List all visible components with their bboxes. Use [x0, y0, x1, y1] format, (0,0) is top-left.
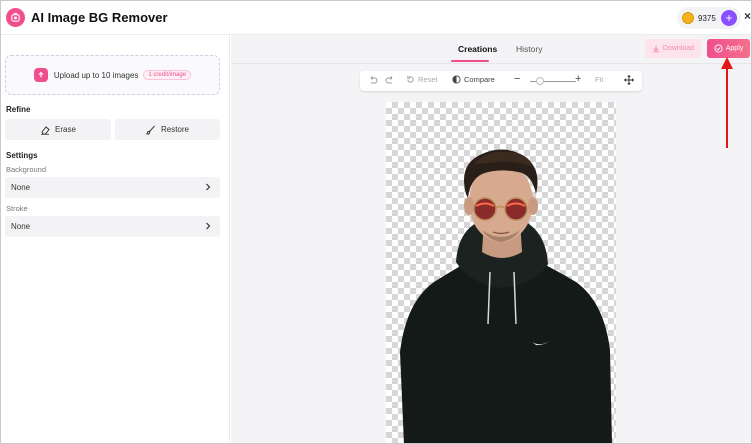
download-icon	[652, 45, 660, 52]
eraser-icon	[41, 125, 50, 135]
active-tab-indicator	[451, 60, 489, 62]
upload-text: Upload up to 10 images	[53, 70, 139, 80]
background-label: Background	[6, 165, 47, 174]
restore-label: Restore	[160, 125, 189, 134]
compare-button[interactable]: Compare	[452, 75, 495, 84]
restore-button[interactable]: Restore	[115, 119, 220, 140]
close-icon[interactable]: ×	[744, 9, 751, 23]
erase-button[interactable]: Erase	[5, 119, 111, 140]
zoom-out-button[interactable]: −	[514, 73, 520, 85]
reset-button[interactable]: Reset	[406, 75, 438, 84]
app-title: AI Image BG Remover	[31, 10, 168, 25]
credits-pill[interactable]: 9375 +	[677, 7, 741, 29]
stroke-select[interactable]: None	[5, 216, 220, 237]
stroke-label: Stroke	[6, 204, 28, 213]
app-logo-icon	[6, 8, 25, 27]
tab-creations[interactable]: Creations	[458, 44, 497, 54]
zoom-slider-handle[interactable]	[536, 77, 544, 85]
fit-button[interactable]: Fit	[595, 75, 603, 84]
zoom-in-button[interactable]: +	[575, 73, 581, 85]
tab-history[interactable]: History	[516, 44, 542, 54]
left-panel: Upload up to 10 images 1 credit/image Re…	[1, 35, 230, 443]
reset-label: Reset	[418, 75, 438, 84]
compare-label: Compare	[464, 75, 495, 84]
erase-label: Erase	[55, 125, 76, 134]
download-label: Download	[662, 45, 695, 52]
chevron-right-icon	[206, 222, 211, 230]
stroke-value: None	[11, 222, 31, 231]
subject-cutout-image	[400, 149, 612, 443]
chevron-right-icon	[206, 183, 211, 191]
undo-icon[interactable]	[368, 75, 381, 85]
annotation-arrow-icon	[721, 57, 733, 148]
image-canvas[interactable]	[386, 102, 616, 443]
credit-count: 9375	[698, 13, 716, 23]
settings-label: Settings	[6, 151, 38, 160]
check-circle-icon	[714, 44, 723, 53]
brush-icon	[146, 125, 155, 134]
main-workspace: Creations History Download Apply Reset C…	[231, 35, 751, 443]
upload-dropzone[interactable]: Upload up to 10 images 1 credit/image	[5, 55, 220, 95]
credit-cost-badge: 1 credit/image	[143, 70, 192, 80]
coin-icon	[682, 12, 694, 24]
add-credits-button[interactable]: +	[721, 10, 737, 26]
refine-label: Refine	[6, 105, 31, 114]
background-value: None	[11, 183, 31, 192]
canvas-toolbar: Reset Compare − + Fit	[360, 71, 642, 91]
reset-icon	[407, 75, 414, 83]
redo-icon[interactable]	[385, 75, 398, 85]
apply-label: Apply	[725, 45, 744, 52]
upload-icon	[33, 68, 48, 82]
background-select[interactable]: None	[5, 177, 220, 198]
app-header: AI Image BG Remover 9375 + ×	[1, 1, 751, 35]
tabs-divider	[231, 63, 751, 64]
move-icon[interactable]	[624, 75, 637, 85]
app-window: AI Image BG Remover 9375 + × Upload up t…	[0, 0, 752, 444]
compare-icon	[452, 75, 461, 84]
download-button[interactable]: Download	[645, 39, 701, 58]
